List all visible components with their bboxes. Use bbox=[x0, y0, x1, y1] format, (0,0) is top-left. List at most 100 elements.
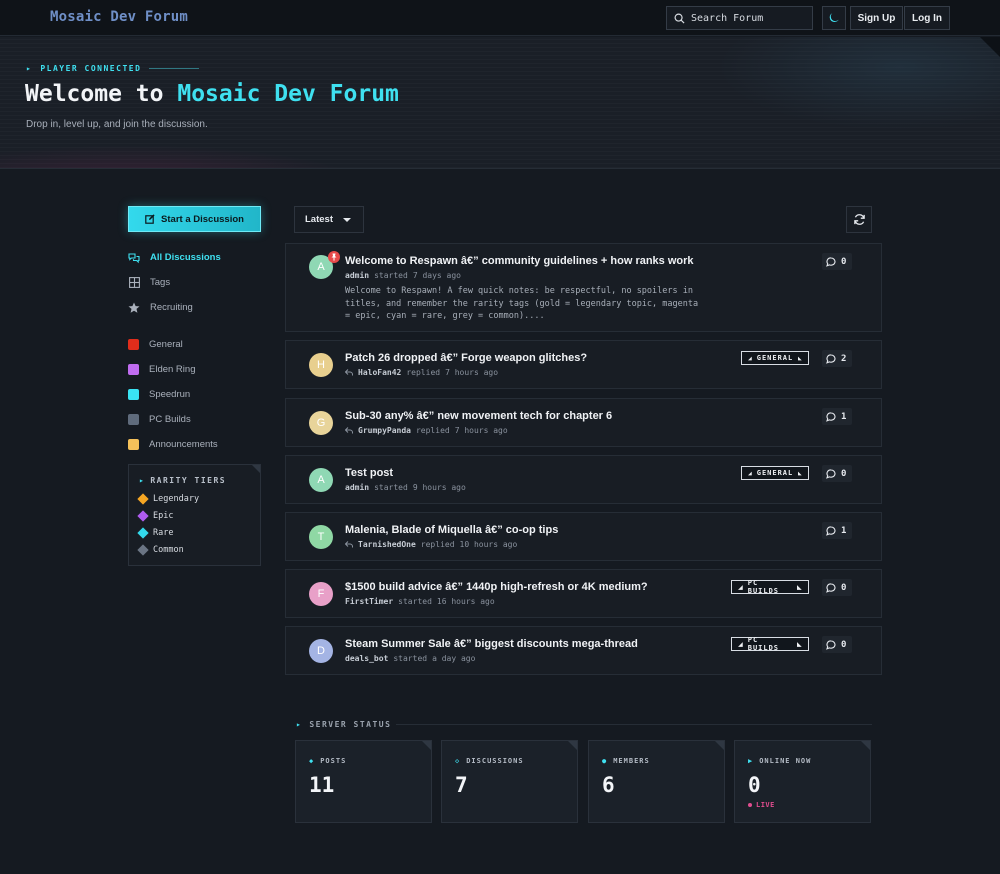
discussion-title[interactable]: Steam Summer Sale â€” biggest discounts … bbox=[345, 638, 638, 650]
reply-count-value: 1 bbox=[841, 525, 847, 536]
discussion-title[interactable]: Test post bbox=[345, 467, 393, 479]
tag-label: GENERAL bbox=[756, 469, 794, 477]
discussions-icon bbox=[128, 252, 140, 264]
sign-up-button[interactable]: Sign Up bbox=[850, 6, 903, 30]
reply-count[interactable]: 0 bbox=[822, 579, 852, 596]
card-corner-decoration bbox=[422, 741, 431, 750]
refresh-button[interactable] bbox=[846, 206, 872, 233]
diamond-icon bbox=[137, 527, 149, 539]
rarity-title-text: RARITY TIERS bbox=[150, 476, 227, 485]
sidebar-tag-label: Elden Ring bbox=[149, 364, 196, 375]
reply-count-value: 0 bbox=[841, 639, 847, 650]
reply-icon bbox=[345, 427, 353, 434]
stat-label-text: POSTS bbox=[320, 757, 347, 765]
author-name[interactable]: admin bbox=[345, 271, 369, 280]
hero-corner-decoration bbox=[980, 37, 1000, 57]
discussion-title[interactable]: Welcome to Respawn â€” community guideli… bbox=[345, 255, 694, 267]
author-name[interactable]: TarnishedOne bbox=[358, 540, 416, 549]
diamond-icon bbox=[137, 544, 149, 556]
diamond-icon bbox=[137, 510, 149, 522]
sidebar-item-tags[interactable]: Tags bbox=[128, 270, 221, 295]
start-discussion-button[interactable]: Start a Discussion bbox=[128, 206, 261, 232]
compose-icon bbox=[145, 214, 155, 224]
avatar[interactable]: H bbox=[309, 353, 333, 377]
sidebar-tag-pc-builds[interactable]: PC Builds bbox=[128, 407, 218, 432]
reply-count[interactable]: 0 bbox=[822, 636, 852, 653]
discussion-tag[interactable]: GENERAL bbox=[741, 466, 809, 480]
discussion-title[interactable]: $1500 build advice â€” 1440p high-refres… bbox=[345, 581, 648, 593]
forum-logo[interactable]: Mosaic Dev Forum bbox=[50, 9, 188, 25]
reply-count[interactable]: 1 bbox=[822, 522, 852, 539]
avatar[interactable]: A bbox=[309, 468, 333, 492]
discussion-time: 16 hours ago bbox=[436, 597, 495, 606]
stat-label: ◆ POSTS bbox=[309, 757, 346, 765]
rarity-tier-label: Legendary bbox=[153, 494, 200, 504]
discussion-title[interactable]: Sub-30 any% â€” new movement tech for ch… bbox=[345, 410, 612, 422]
theme-toggle-button[interactable] bbox=[822, 6, 846, 30]
sidebar-tag-label: PC Builds bbox=[149, 414, 191, 425]
discussion-card[interactable]: T Malenia, Blade of Miquella â€” co-op ti… bbox=[285, 512, 882, 561]
sidebar-tag-list: General Elden Ring Speedrun PC Builds An… bbox=[128, 332, 218, 457]
discussion-card[interactable]: D Steam Summer Sale â€” biggest discounts… bbox=[285, 626, 882, 675]
discussion-action: started bbox=[393, 654, 428, 663]
discussion-title[interactable]: Patch 26 dropped â€” Forge weapon glitch… bbox=[345, 352, 587, 364]
search-input[interactable] bbox=[691, 12, 809, 24]
author-name[interactable]: admin bbox=[345, 483, 369, 492]
search-box[interactable] bbox=[666, 6, 813, 30]
discussion-title[interactable]: Malenia, Blade of Miquella â€” co-op tip… bbox=[345, 524, 558, 536]
discussion-time: 10 hours ago bbox=[459, 540, 518, 549]
kicker-arrow-icon: ▸ bbox=[26, 64, 33, 73]
sidebar-item-recruiting[interactable]: Recruiting bbox=[128, 295, 221, 320]
kicker-divider bbox=[149, 68, 200, 69]
comment-icon bbox=[826, 639, 836, 650]
tag-triangle-icon bbox=[748, 356, 752, 360]
sidebar-item-all-discussions[interactable]: All Discussions bbox=[128, 245, 221, 270]
reply-count[interactable]: 0 bbox=[822, 253, 852, 270]
tag-label: PC BUILDS bbox=[747, 579, 780, 595]
author-name[interactable]: HaloFan42 bbox=[358, 368, 401, 377]
discussion-meta: deals_bot started a day ago bbox=[345, 654, 475, 663]
sidebar-tag-general[interactable]: General bbox=[128, 332, 218, 357]
discussion-card[interactable]: A Welcome to Respawn â€” community guidel… bbox=[285, 243, 882, 332]
stat-label: ▶ ONLINE NOW bbox=[748, 757, 811, 765]
discussion-tag[interactable]: PC BUILDS bbox=[731, 579, 809, 595]
sort-dropdown[interactable]: Latest bbox=[294, 206, 364, 233]
avatar[interactable]: D bbox=[309, 639, 333, 663]
tag-color-swatch bbox=[128, 414, 139, 425]
avatar[interactable]: F bbox=[309, 582, 333, 606]
tag-triangle-icon bbox=[748, 471, 752, 475]
hero-title: Welcome to Mosaic Dev Forum bbox=[25, 81, 399, 107]
rarity-tier-label: Common bbox=[153, 545, 184, 555]
sidebar-tag-announcements[interactable]: Announcements bbox=[128, 432, 218, 457]
tag-triangle-icon bbox=[738, 641, 743, 647]
sidebar-tag-speedrun[interactable]: Speedrun bbox=[128, 382, 218, 407]
reply-count[interactable]: 0 bbox=[822, 465, 852, 482]
discussion-action: started bbox=[398, 597, 432, 606]
server-status-title-text: SERVER STATUS bbox=[309, 720, 392, 729]
reply-icon bbox=[345, 369, 353, 376]
author-name[interactable]: GrumpyPanda bbox=[358, 426, 411, 435]
discussion-tag[interactable]: PC BUILDS bbox=[731, 636, 809, 652]
discussion-card[interactable]: G Sub-30 any% â€” new movement tech for c… bbox=[285, 398, 882, 447]
avatar[interactable]: T bbox=[309, 525, 333, 549]
comment-icon bbox=[826, 468, 836, 479]
reply-count[interactable]: 1 bbox=[822, 408, 852, 425]
diamond-icon bbox=[137, 493, 149, 505]
discussion-card[interactable]: H Patch 26 dropped â€” Forge weapon glitc… bbox=[285, 340, 882, 389]
stat-card-members: ● MEMBERS 6 bbox=[588, 740, 725, 823]
author-name[interactable]: FirstTimer bbox=[345, 597, 393, 606]
avatar[interactable]: G bbox=[309, 411, 333, 435]
discussion-action: started bbox=[374, 271, 408, 280]
discussion-time: 7 days ago bbox=[412, 271, 461, 280]
log-in-button[interactable]: Log In bbox=[904, 6, 950, 30]
discussion-tag[interactable]: GENERAL bbox=[741, 351, 809, 365]
sidebar-tag-elden-ring[interactable]: Elden Ring bbox=[128, 357, 218, 382]
discussion-card[interactable]: A Test post admin started 9 hours ago GENERAL… bbox=[285, 455, 882, 504]
rarity-tier-common: Common bbox=[137, 544, 184, 556]
discussion-card[interactable]: F $1500 build advice â€” 1440p high-refre… bbox=[285, 569, 882, 618]
reply-count[interactable]: 2 bbox=[822, 350, 852, 367]
discussion-meta: admin started 7 days ago bbox=[345, 271, 461, 280]
author-name[interactable]: deals_bot bbox=[345, 654, 388, 663]
reply-count-value: 2 bbox=[841, 353, 847, 364]
discussion-action: replied bbox=[420, 540, 455, 549]
